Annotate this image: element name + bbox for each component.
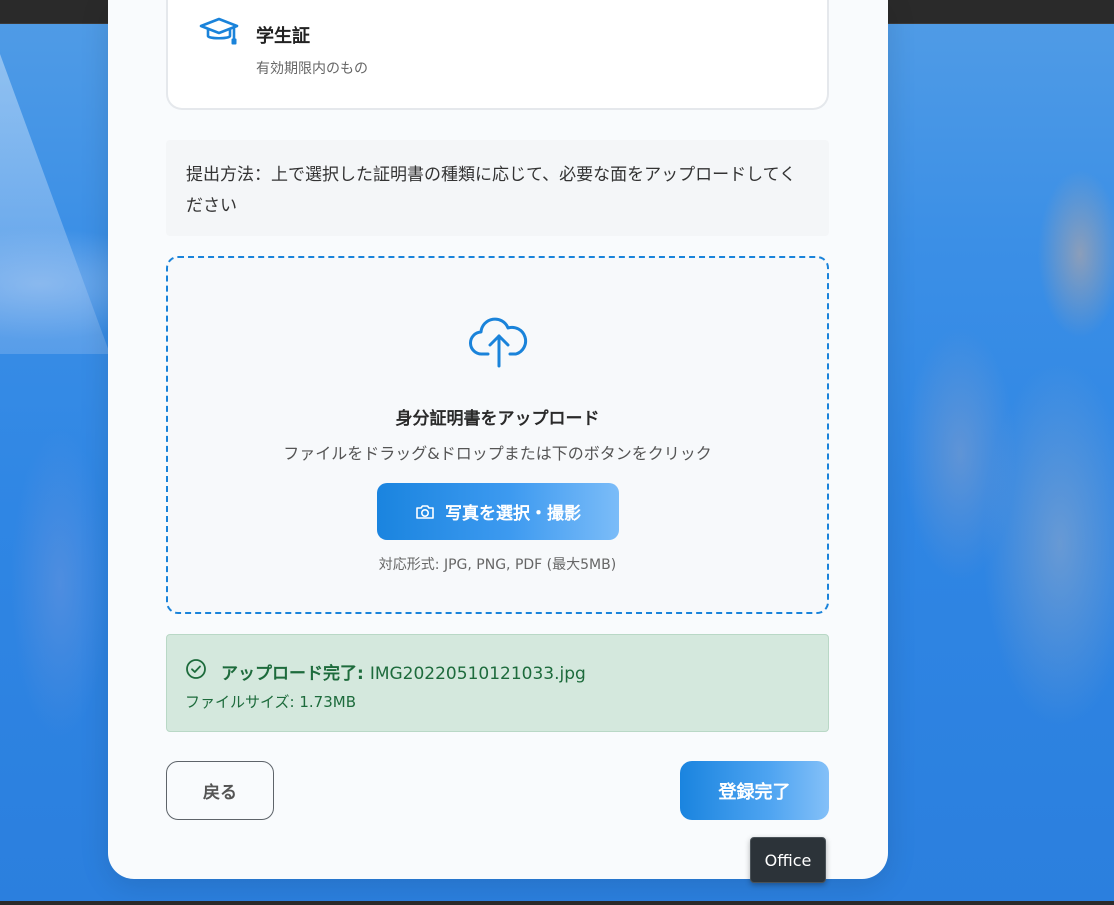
check-circle-icon: [185, 658, 207, 680]
graduation-cap-icon: [198, 14, 240, 50]
cloud-upload-icon: [468, 310, 530, 370]
upload-success-label: アップロード完了:: [221, 664, 364, 684]
upload-hint: ファイルをドラッグ&ドロップまたは下のボタンをクリック: [283, 444, 712, 463]
upload-success-alert: アップロード完了: IMG20220510121033.jpg ファイルサイズ: …: [166, 634, 829, 732]
bottom-edge: [0, 901, 1114, 905]
upload-success-line: アップロード完了: IMG20220510121033.jpg: [221, 659, 586, 684]
id-option-subtitle: 有効期限内のもの: [256, 61, 368, 77]
complete-registration-button[interactable]: 登録完了: [680, 761, 829, 820]
tooltip: Office: [750, 837, 826, 883]
upload-dropzone[interactable]: 身分証明書をアップロード ファイルをドラッグ&ドロップまたは下のボタンをクリック…: [166, 256, 829, 614]
select-photo-label: 写真を選択・撮影: [445, 504, 581, 524]
uploaded-filesize: ファイルサイズ: 1.73MB: [185, 693, 357, 711]
id-option-student-card[interactable]: 学生証 有効期限内のもの: [166, 0, 829, 110]
background-sail: [0, 54, 110, 354]
upload-instruction: 提出方法：上で選択した証明書の種類に応じて、必要な面をアップロードしてください: [166, 140, 829, 236]
uploaded-filename: IMG20220510121033.jpg: [369, 664, 586, 684]
id-option-title: 学生証: [256, 26, 310, 47]
upload-heading: 身分証明書をアップロード: [395, 409, 600, 429]
back-button[interactable]: 戻る: [166, 761, 274, 820]
supported-formats: 対応形式: JPG, PNG, PDF (最大5MB): [378, 557, 617, 573]
camera-icon: [416, 504, 434, 519]
select-photo-button[interactable]: 写真を選択・撮影: [377, 483, 619, 540]
registration-modal: 学生証 有効期限内のもの 提出方法：上で選択した証明書の種類に応じて、必要な面を…: [108, 0, 888, 879]
